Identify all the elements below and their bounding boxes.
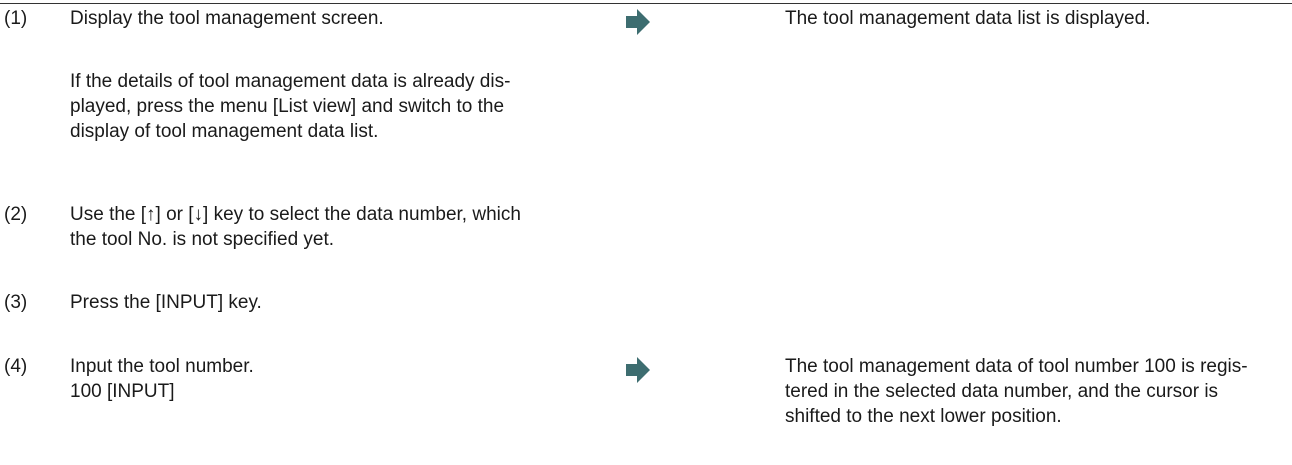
step-1-result-line-1: The tool management data list is display… [785,8,1151,29]
step-4-result-line-2: tered in the selected data number, and t… [785,381,1219,402]
right-arrow-icon [626,357,650,383]
step-1-number: (1) [4,8,28,29]
step-3-number: (3) [4,292,28,313]
step-2-number: (2) [4,204,28,225]
step-4-result-line-1: The tool management data of tool number … [785,356,1248,377]
step-4-result-line-3: shifted to the next lower position. [785,406,1062,427]
step-2-action-line-1: Use the [↑] or [↓] key to select the dat… [70,204,521,225]
step-4-action-line-2: 100 [INPUT] [70,381,175,402]
top-rule [0,3,1292,4]
step-1-note-line-3: display of tool management data list. [70,121,379,142]
step-1-action-line-1: Display the tool management screen. [70,8,384,29]
step-3-action-line-1: Press the [INPUT] key. [70,292,262,313]
step-4-number: (4) [4,356,28,377]
step-1-note-line-2: played, press the menu [List view] and s… [70,96,505,117]
right-arrow-icon [626,9,650,35]
step-2-action-line-2: the tool No. is not specified yet. [70,229,335,250]
step-1-note-line-1: If the details of tool management data i… [70,71,511,92]
step-4-action-line-1: Input the tool number. [70,356,254,377]
